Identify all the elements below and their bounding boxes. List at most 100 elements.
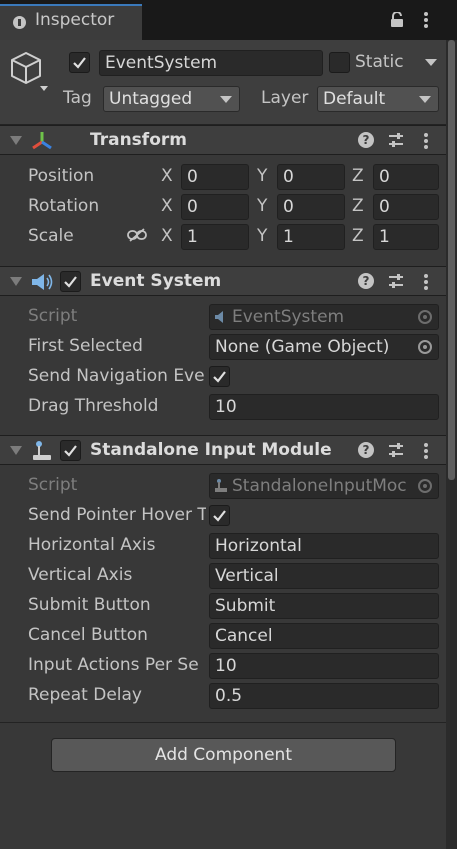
drag-threshold-label: Drag Threshold xyxy=(28,396,159,416)
tab-title: Inspector xyxy=(35,10,115,30)
transform-title: Transform xyxy=(90,130,187,150)
vertical-axis-label: Vertical Axis xyxy=(28,565,133,585)
input-module-title: Standalone Input Module xyxy=(90,440,332,460)
object-name-field[interactable]: EventSystem xyxy=(99,50,323,76)
rotation-z-field[interactable]: 0 xyxy=(373,194,439,220)
component-menu-icon[interactable] xyxy=(424,133,428,149)
cancel-button-field[interactable]: Cancel xyxy=(209,623,439,649)
event-system-enabled-checkbox[interactable] xyxy=(60,271,81,292)
input-actions-label: Input Actions Per Se xyxy=(28,655,199,675)
add-component-button[interactable]: Add Component xyxy=(51,738,396,772)
script-label: Script xyxy=(28,475,78,495)
event-system-header[interactable]: Event System ? xyxy=(0,266,457,296)
rotation-x-field[interactable]: 0 xyxy=(181,194,249,220)
layer-label: Layer xyxy=(261,88,309,108)
repeat-delay-field[interactable]: 0.5 xyxy=(209,683,439,709)
rotation-y-field[interactable]: 0 xyxy=(277,194,345,220)
component-menu-icon[interactable] xyxy=(424,443,428,459)
axis-x-label: X xyxy=(161,226,173,246)
send-navigation-label: Send Navigation Eve xyxy=(28,366,205,386)
scrollbar[interactable] xyxy=(446,40,457,849)
horizontal-axis-field[interactable]: Horizontal xyxy=(209,533,439,559)
help-icon[interactable]: ? xyxy=(358,132,374,148)
check-icon xyxy=(213,371,226,383)
layer-value: Default xyxy=(323,89,386,109)
static-checkbox[interactable] xyxy=(329,52,350,73)
check-icon xyxy=(64,276,77,288)
help-icon[interactable]: ? xyxy=(358,273,374,289)
event-system-icon xyxy=(32,274,53,290)
chevron-down-icon xyxy=(220,96,232,103)
script-value: StandaloneInputMoc xyxy=(232,476,407,496)
send-navigation-checkbox[interactable] xyxy=(209,366,230,387)
vertical-axis-field[interactable]: Vertical xyxy=(209,563,439,589)
foldout-arrow-icon[interactable] xyxy=(10,277,22,286)
submit-button-label: Submit Button xyxy=(28,595,151,615)
send-pointer-hover-checkbox[interactable] xyxy=(209,505,230,526)
cancel-button-label: Cancel Button xyxy=(28,625,148,645)
repeat-delay-label: Repeat Delay xyxy=(28,685,142,705)
drag-threshold-field[interactable]: 10 xyxy=(209,394,439,420)
horizontal-axis-label: Horizontal Axis xyxy=(28,535,156,555)
axis-x-label: X xyxy=(161,166,173,186)
input-module-enabled-checkbox[interactable] xyxy=(60,440,81,461)
lock-icon[interactable] xyxy=(391,12,403,27)
presets-icon[interactable] xyxy=(388,273,404,289)
tag-dropdown[interactable]: Untagged xyxy=(103,86,240,112)
first-selected-field[interactable]: None (Game Object) xyxy=(209,334,439,360)
gameobject-cube-icon[interactable] xyxy=(8,50,48,94)
rotation-label: Rotation xyxy=(28,196,100,216)
presets-icon[interactable] xyxy=(388,132,404,148)
presets-icon[interactable] xyxy=(388,442,404,458)
transform-header[interactable]: Transform ? xyxy=(0,125,457,155)
foldout-arrow-icon[interactable] xyxy=(10,136,22,145)
chevron-down-icon xyxy=(419,96,431,103)
axis-z-label: Z xyxy=(352,226,364,246)
first-selected-label: First Selected xyxy=(28,336,143,356)
input-actions-field[interactable]: 10 xyxy=(209,653,439,679)
constrain-proportions-icon[interactable] xyxy=(127,228,147,242)
tab-inspector[interactable]: Inspector xyxy=(0,4,142,40)
script-field: StandaloneInputMoc xyxy=(209,473,439,499)
component-menu-icon[interactable] xyxy=(424,274,428,290)
object-picker-icon xyxy=(418,479,432,493)
info-icon xyxy=(13,16,26,29)
scrollbar-thumb[interactable] xyxy=(448,40,455,480)
axis-y-label: Y xyxy=(257,226,268,246)
send-pointer-hover-label: Send Pointer Hover T xyxy=(28,505,206,525)
layer-dropdown[interactable]: Default xyxy=(317,86,439,112)
tab-menu-icon[interactable] xyxy=(424,12,428,28)
axis-y-label: Y xyxy=(257,166,268,186)
script-label: Script xyxy=(28,306,78,326)
static-dropdown-icon[interactable] xyxy=(425,59,437,66)
position-z-field[interactable]: 0 xyxy=(373,164,439,190)
position-y-field[interactable]: 0 xyxy=(277,164,345,190)
axis-y-label: Y xyxy=(257,196,268,216)
check-icon xyxy=(213,510,226,522)
foldout-arrow-icon[interactable] xyxy=(10,446,22,455)
scale-y-field[interactable]: 1 xyxy=(277,224,345,250)
position-x-field[interactable]: 0 xyxy=(181,164,249,190)
scale-z-field[interactable]: 1 xyxy=(373,224,439,250)
script-value: EventSystem xyxy=(232,307,345,327)
script-icon xyxy=(215,479,227,492)
scale-x-field[interactable]: 1 xyxy=(181,224,249,250)
object-picker-icon xyxy=(418,310,432,324)
help-icon[interactable]: ? xyxy=(358,442,374,458)
active-checkbox[interactable] xyxy=(69,52,90,73)
input-module-icon xyxy=(33,441,51,460)
submit-button-field[interactable]: Submit xyxy=(209,593,439,619)
event-system-title: Event System xyxy=(90,271,222,291)
static-label: Static xyxy=(355,52,404,72)
divider xyxy=(0,722,457,723)
tag-label: Tag xyxy=(63,88,92,108)
tab-bar: Inspector xyxy=(0,0,457,40)
tag-value: Untagged xyxy=(109,89,193,109)
check-icon xyxy=(64,445,77,457)
input-module-header[interactable]: Standalone Input Module ? xyxy=(0,435,457,465)
script-icon xyxy=(215,311,223,323)
axis-z-label: Z xyxy=(352,166,364,186)
script-field: EventSystem xyxy=(209,304,439,330)
object-picker-icon[interactable] xyxy=(418,340,432,354)
scale-label: Scale xyxy=(28,226,74,246)
